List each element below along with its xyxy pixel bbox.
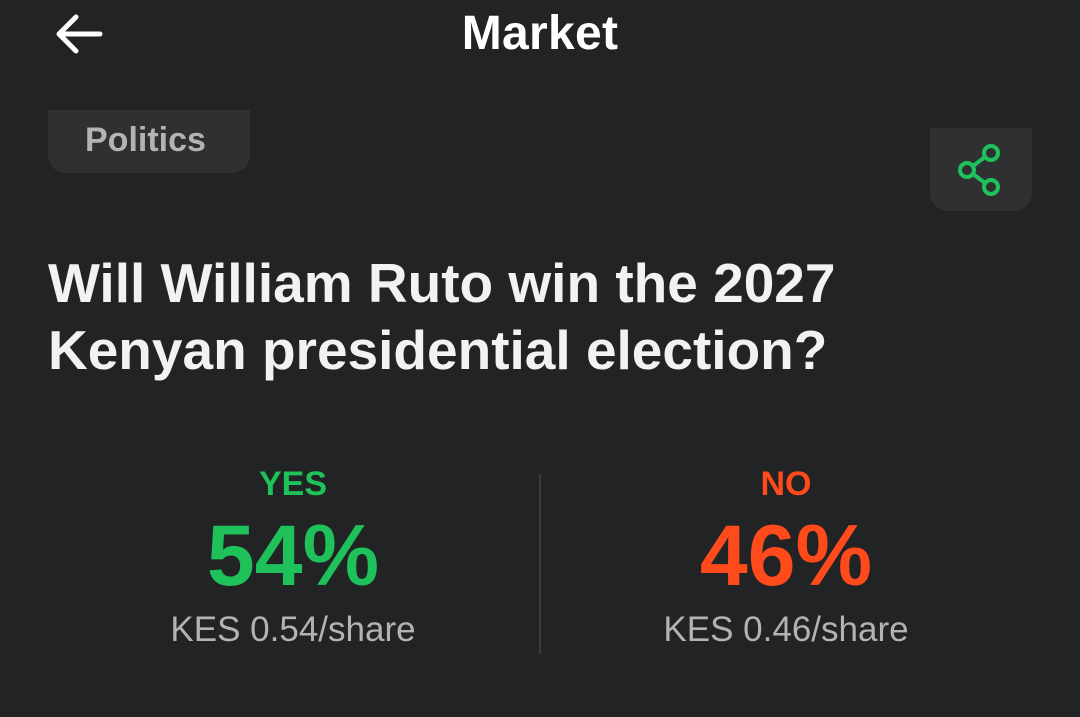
share-button[interactable] xyxy=(930,128,1032,211)
top-app-bar: Market xyxy=(0,0,1080,68)
outcome-no-percent: 46% xyxy=(699,508,873,604)
outcome-no[interactable]: NO 46% KES 0.46/share xyxy=(566,462,1006,652)
outcome-yes[interactable]: YES 54% KES 0.54/share xyxy=(73,462,513,652)
outcome-divider xyxy=(539,474,541,654)
market-screen: Market Politics Will William Ruto win th… xyxy=(0,0,1080,717)
market-question: Will William Ruto win the 2027 Kenyan pr… xyxy=(48,252,836,381)
outcome-yes-percent: 54% xyxy=(206,508,380,604)
page-title: Market xyxy=(461,7,619,60)
outcome-yes-label: YES xyxy=(258,465,328,503)
outcome-no-price: KES 0.46/share xyxy=(663,610,909,649)
share-icon xyxy=(958,143,1000,196)
outcome-yes-price: KES 0.54/share xyxy=(170,610,416,649)
category-label: Politics xyxy=(85,121,206,159)
outcome-no-label: NO xyxy=(760,465,812,503)
category-chip[interactable]: Politics xyxy=(48,110,250,173)
